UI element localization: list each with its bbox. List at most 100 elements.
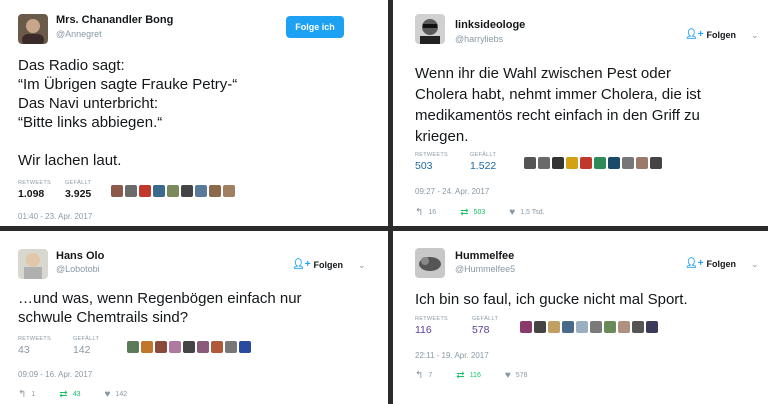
follow-label: Folgen (706, 29, 737, 40)
reply-button[interactable]: ↰ 1 (18, 389, 35, 400)
like-button[interactable]: ♥ 142 (104, 389, 127, 400)
liker-avatar[interactable] (225, 341, 238, 353)
liker-avatar[interactable] (622, 157, 635, 169)
tweet-line: Cholera habt, nehmt immer Cholera, die i… (415, 86, 701, 103)
reply-icon: ↰ (18, 389, 27, 400)
follow-button[interactable]: 👤︎+ Folgen (685, 29, 736, 40)
avatar-image (22, 19, 44, 44)
tweet-card: linksideologe @harryliebs 👤︎+ Folgen ⌄ W… (393, 0, 768, 226)
like-count: 578 (471, 324, 490, 336)
retweet-stat[interactable]: RETWEETS 503 (415, 152, 448, 172)
follow-button[interactable]: 👤︎+ Folgen (685, 258, 736, 269)
tweet-date[interactable]: 09:09 - 16. Apr. 2017 (18, 370, 92, 379)
liker-avatar[interactable] (111, 185, 124, 197)
liker-avatar[interactable] (576, 321, 589, 333)
liker-avatar[interactable] (153, 185, 166, 197)
tweet-date[interactable]: 22:11 - 19. Apr. 2017 (415, 351, 489, 360)
liker-avatar[interactable] (538, 157, 551, 169)
like-count: 3.925 (64, 188, 92, 200)
liker-avatars (524, 157, 663, 169)
retweet-count: 1.098 (18, 188, 45, 200)
liker-avatar[interactable] (211, 341, 224, 353)
like-stat[interactable]: GEFÄLLT 3.925 (65, 180, 91, 200)
liker-avatar[interactable] (562, 321, 575, 333)
tweet-date[interactable]: 01:40 - 23. Apr. 2017 (18, 212, 92, 221)
like-stat[interactable]: GEFÄLLT 1.522 (470, 152, 496, 172)
tweet-line: schwule Chemtrails sind? (18, 309, 189, 326)
tweet-card: Hummelfee @Hummelfee5 👤︎+ Folgen ⌄ Ich b… (393, 231, 768, 404)
liker-avatar[interactable] (209, 185, 222, 197)
author-handle[interactable]: @Annegret (56, 29, 102, 39)
tweet-date[interactable]: 09:27 - 24. Apr. 2017 (415, 187, 489, 196)
liker-avatar[interactable] (604, 321, 617, 333)
liker-avatar[interactable] (239, 341, 252, 353)
tweet-card: Hans Olo @Lobotobi 👤︎+ Folgen ⌄ …und was… (0, 231, 388, 404)
avatar[interactable] (415, 14, 445, 44)
following-button[interactable]: Folge ich (286, 16, 344, 38)
liker-avatar[interactable] (520, 321, 533, 333)
liker-avatar[interactable] (183, 341, 196, 353)
tweet-line: medikamentös recht einfach in den Griff … (415, 107, 700, 124)
liker-avatar[interactable] (646, 321, 659, 333)
retweet-action-count: 503 (473, 209, 486, 216)
chevron-down-icon[interactable]: ⌄ (751, 30, 759, 41)
liker-avatar[interactable] (167, 185, 180, 197)
liker-avatar[interactable] (552, 157, 565, 169)
author-handle[interactable]: @Lobotobi (56, 264, 100, 274)
like-button[interactable]: ♥ 578 (505, 370, 528, 381)
author-name[interactable]: Hans Olo (56, 250, 104, 262)
retweet-button[interactable]: ⇄ 503 (460, 207, 485, 218)
liker-avatar[interactable] (524, 157, 537, 169)
retweet-stat[interactable]: RETWEETS 116 (415, 316, 448, 336)
author-handle[interactable]: @harryliebs (455, 34, 503, 44)
reply-button[interactable]: ↰ 16 (415, 207, 436, 218)
reply-button[interactable]: ↰ 7 (415, 370, 432, 381)
chevron-down-icon[interactable]: ⌄ (358, 260, 366, 271)
liker-avatar[interactable] (195, 185, 208, 197)
avatar[interactable] (18, 14, 48, 44)
author-handle[interactable]: @Hummelfee5 (455, 264, 515, 274)
retweet-button[interactable]: ⇄ 116 (456, 370, 481, 381)
liker-avatar[interactable] (632, 321, 645, 333)
liker-avatar[interactable] (594, 157, 607, 169)
liker-avatar[interactable] (580, 157, 593, 169)
retweet-icon: ⇄ (59, 389, 68, 400)
liker-avatar[interactable] (650, 157, 663, 169)
liker-avatar[interactable] (181, 185, 194, 197)
liker-avatar[interactable] (141, 341, 154, 353)
retweet-button[interactable]: ⇄ 43 (59, 389, 80, 400)
like-stat[interactable]: GEFÄLLT 142 (73, 336, 99, 356)
like-button[interactable]: ♥ 1,5 Tsd. (509, 207, 544, 218)
author-name[interactable]: Hummelfee (455, 250, 514, 262)
tweet-text: Ich bin so faul, ich gucke nicht mal Spo… (415, 290, 688, 309)
liker-avatar[interactable] (590, 321, 603, 333)
author-name[interactable]: linksideologe (455, 19, 525, 31)
liker-avatar[interactable] (636, 157, 649, 169)
like-action-count: 578 (515, 372, 528, 379)
likes-label: GEFÄLLT (64, 180, 92, 186)
liker-avatar[interactable] (197, 341, 210, 353)
retweet-stat[interactable]: RETWEETS 1.098 (18, 180, 51, 200)
liker-avatar[interactable] (125, 185, 138, 197)
like-action-count: 1,5 Tsd. (520, 209, 545, 216)
liker-avatar[interactable] (223, 185, 236, 197)
liker-avatar[interactable] (608, 157, 621, 169)
liker-avatar[interactable] (566, 157, 579, 169)
like-stat[interactable]: GEFÄLLT 578 (472, 316, 498, 336)
avatar[interactable] (415, 248, 445, 278)
liker-avatar[interactable] (618, 321, 631, 333)
tweet-line: kriegen. (415, 128, 469, 145)
liker-avatar[interactable] (534, 321, 547, 333)
retweet-stat[interactable]: RETWEETS 43 (18, 336, 51, 356)
liker-avatars (127, 341, 252, 353)
follow-button[interactable]: 👤︎+ Folgen (292, 259, 343, 270)
liker-avatar[interactable] (155, 341, 168, 353)
liker-avatar[interactable] (169, 341, 182, 353)
liker-avatar[interactable] (548, 321, 561, 333)
chevron-down-icon[interactable]: ⌄ (751, 259, 759, 270)
avatar[interactable] (18, 249, 48, 279)
liker-avatar[interactable] (139, 185, 152, 197)
author-name[interactable]: Mrs. Chanandler Bong (56, 14, 173, 26)
tweet-line (18, 132, 237, 151)
liker-avatar[interactable] (127, 341, 140, 353)
